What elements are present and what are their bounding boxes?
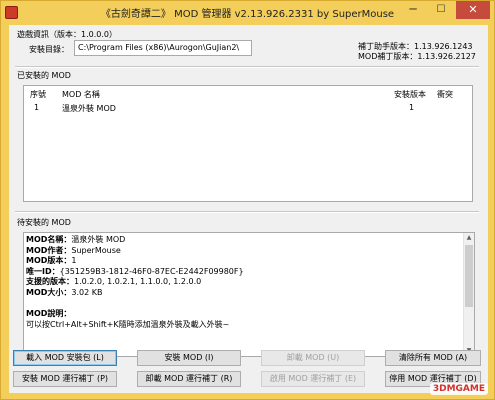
- main-panel: 遊戲資訊（版本：1.0.0.0） 安裝目錄： C:\Program Files …: [9, 25, 488, 393]
- info-line: MOD名稱：溫泉外裝 MOD: [26, 235, 126, 244]
- enable-runtime-patch-button[interactable]: 啟用 MOD 運行補丁 (E): [261, 371, 365, 387]
- info-line: [26, 299, 462, 310]
- column-header-name[interactable]: MOD 名稱: [62, 89, 100, 100]
- close-button[interactable]: ✕: [456, 1, 490, 19]
- uninstall-mod-button[interactable]: 卸載 MOD (U): [261, 350, 365, 366]
- install-runtime-patch-button[interactable]: 安裝 MOD 運行補丁 (P): [13, 371, 117, 387]
- installed-heading: 已安裝的 MOD: [17, 71, 71, 80]
- column-header-conflict[interactable]: 衝突: [437, 89, 453, 100]
- column-header-version[interactable]: 安裝版本: [394, 89, 426, 100]
- row-index: 1: [34, 103, 40, 112]
- install-dir-label: 安裝目錄：: [29, 45, 69, 54]
- separator: [15, 211, 479, 213]
- clear-all-mods-button[interactable]: 清除所有 MOD (A): [385, 350, 481, 366]
- row-version: 1: [409, 103, 415, 112]
- uninstall-runtime-patch-button[interactable]: 卸載 MOD 運行補丁 (R): [137, 371, 241, 387]
- separator: [15, 66, 479, 68]
- list-header: 序號 MOD 名稱 安裝版本 衝突: [24, 86, 472, 101]
- info-line: 唯一ID：{351259B3-1812-46F0-87EC-E2442F0998…: [26, 266, 244, 276]
- installed-mod-list[interactable]: 序號 MOD 名稱 安裝版本 衝突 1 溫泉外裝 MOD 1: [23, 85, 473, 202]
- mod-info-textbox[interactable]: MOD名稱：溫泉外裝 MOD MOD作者：SuperMouse MOD版本：1 …: [23, 232, 475, 357]
- info-line: MOD作者：SuperMouse: [26, 245, 121, 255]
- mod-patch-version: MOD補丁版本：1.13.926.2127: [358, 52, 476, 61]
- row-name: 溫泉外裝 MOD: [62, 104, 116, 113]
- info-line: MOD大小：3.02 KB: [26, 287, 103, 297]
- scroll-thumb[interactable]: [465, 245, 473, 307]
- install-dir-field[interactable]: C:\Program Files (x86)\Aurogon\GuJian2\: [74, 40, 252, 56]
- column-header-index[interactable]: 序號: [30, 89, 46, 100]
- list-item[interactable]: 1 溫泉外裝 MOD 1: [24, 103, 472, 117]
- scroll-up-icon[interactable]: ▲: [464, 233, 474, 243]
- game-info-heading: 遊戲資訊（版本：1.0.0.0）: [17, 30, 117, 39]
- info-line: 可以按Ctrl+Alt+Shift+K隨時添加溫泉外裝及載入外裝~: [26, 319, 230, 329]
- install-mod-button[interactable]: 安裝 MOD (I): [137, 350, 241, 366]
- load-mod-package-button[interactable]: 載入 MOD 安裝包 (L): [13, 350, 117, 366]
- info-line: 支援的版本：1.0.2.0, 1.0.2.1, 1.1.0.0, 1.2.0.0: [26, 277, 202, 287]
- app-window: 《古劍奇譚二》 MOD 管理器 v2.13.926.2331 by SuperM…: [0, 0, 495, 400]
- maximize-button[interactable]: ☐: [428, 1, 454, 19]
- watermark-logo: 3DMGAME: [429, 383, 488, 395]
- mod-info-text: MOD名稱：溫泉外裝 MOD MOD作者：SuperMouse MOD版本：1 …: [26, 235, 462, 330]
- title-bar[interactable]: 《古劍奇譚二》 MOD 管理器 v2.13.926.2331 by SuperM…: [1, 1, 494, 25]
- pending-heading: 待安裝的 MOD: [17, 218, 71, 227]
- vertical-scrollbar[interactable]: ▲ ▼: [463, 233, 474, 356]
- info-line: MOD版本：1: [26, 256, 77, 266]
- info-line: MOD說明：: [26, 309, 72, 319]
- minimize-button[interactable]: ─: [400, 1, 426, 19]
